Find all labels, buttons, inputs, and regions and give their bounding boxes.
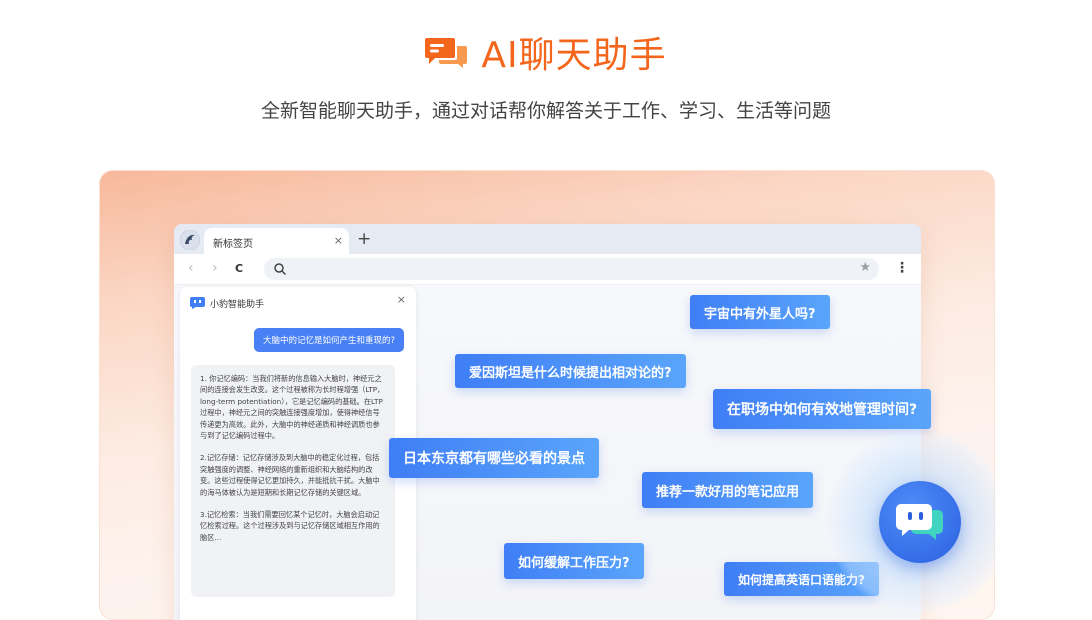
user-message-bubble: 大脑中的记忆是如何产生和重现的?: [253, 328, 404, 352]
page-title: AI聊天助手: [481, 35, 667, 76]
assistant-panel: 小豹智能助手 × 大脑中的记忆是如何产生和重现的? 1. 你记忆编码：当我们将新…: [180, 287, 416, 620]
browser-logo-icon: [180, 230, 200, 250]
question-chip[interactable]: 宇宙中有外星人吗?: [690, 295, 830, 329]
feature-banner: 新标签页 × + ‹ › C ★ ⋮ 小豹智能助手 × 大脑中的记忆是如何产生和…: [99, 170, 995, 620]
tab-bar: 新标签页 × +: [174, 224, 921, 254]
tab-new-tab[interactable]: 新标签页 ×: [204, 228, 349, 254]
question-chip[interactable]: 在职场中如何有效地管理时间?: [713, 389, 932, 429]
assistant-answer: 1. 你记忆编码：当我们将新的信息输入大脑时，神经元之间的连接会发生改变。这个过…: [191, 365, 395, 597]
search-icon: [274, 263, 287, 276]
navigation-bar: ‹ › C ★ ⋮: [174, 254, 921, 285]
tab-title: 新标签页: [213, 239, 253, 250]
answer-paragraph: 2.记忆存储：记忆存储涉及到大脑中的稳定化过程，包括突触强度的调整、神经网络的重…: [200, 453, 380, 497]
new-tab-button[interactable]: +: [357, 229, 371, 249]
panel-header: 小豹智能助手: [190, 294, 264, 312]
bookmark-star-icon[interactable]: ★: [859, 260, 871, 275]
forward-icon[interactable]: ›: [212, 260, 218, 276]
chat-assistant-icon: [896, 504, 943, 540]
back-icon[interactable]: ‹: [188, 260, 194, 276]
question-chip[interactable]: 如何缓解工作压力?: [504, 543, 644, 579]
more-menu-icon[interactable]: ⋮: [895, 260, 909, 276]
close-icon[interactable]: ×: [397, 293, 406, 306]
answer-paragraph: 3.记忆检索：当我们需要回忆某个记忆时，大脑会启动记忆检索过程。这个过程涉及到与…: [200, 510, 380, 542]
open-assistant-button[interactable]: [879, 481, 961, 563]
question-chip[interactable]: 爱因斯坦是什么时候提出相对论的?: [455, 354, 686, 388]
question-chip[interactable]: 日本东京都有哪些必看的景点: [389, 438, 599, 478]
close-tab-icon[interactable]: ×: [334, 234, 343, 247]
chat-bubbles-icon: [425, 38, 468, 68]
page-subtitle: 全新智能聊天助手，通过对话帮你解答关于工作、学习、生活等问题: [260, 100, 831, 122]
address-bar[interactable]: ★: [264, 258, 879, 280]
assistant-panel-title: 小豹智能助手: [210, 299, 265, 310]
reload-icon[interactable]: C: [235, 262, 243, 275]
answer-paragraph: 1. 你记忆编码：当我们将新的信息输入大脑时，神经元之间的连接会发生改变。这个过…: [200, 374, 385, 441]
question-chip[interactable]: 推荐一款好用的笔记应用: [642, 472, 814, 508]
hero-title: AI聊天助手: [0, 28, 1092, 76]
assistant-logo-icon: [190, 297, 205, 309]
